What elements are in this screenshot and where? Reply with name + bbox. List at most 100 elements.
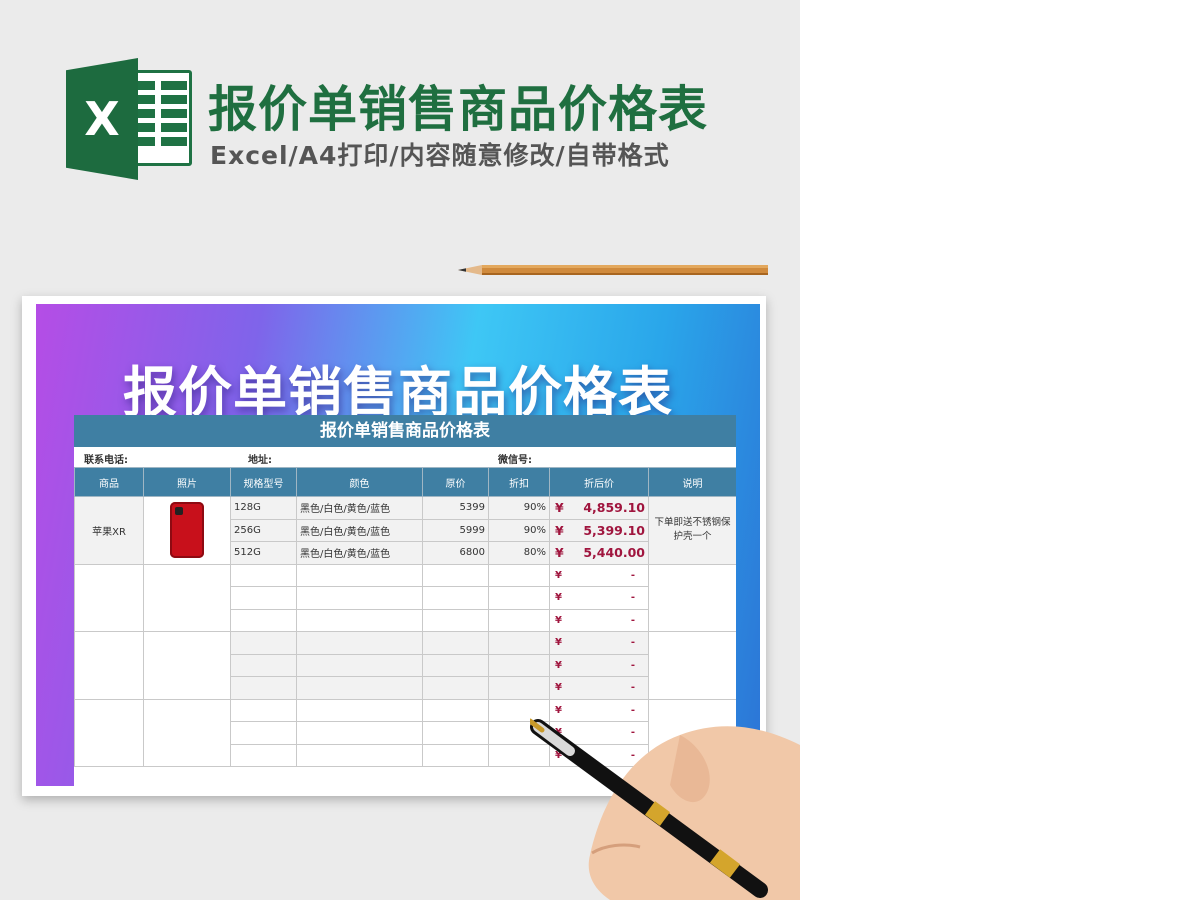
final-price-cell[interactable]: ¥-: [549, 653, 649, 677]
note-cell[interactable]: 下单即送不锈钢保护壳一个: [648, 496, 736, 565]
final-price-value: -: [630, 569, 635, 581]
product-name-cell[interactable]: [74, 631, 144, 700]
col-header-spec: 规格型号: [230, 467, 297, 497]
color-cell[interactable]: [296, 698, 423, 722]
col-header-product: 商品: [74, 467, 144, 497]
table-header-row: 商品 照片 规格型号 颜色 原价 折扣 折后价 说明: [74, 467, 736, 497]
spec-cell[interactable]: 256G: [230, 518, 297, 542]
discount-cell[interactable]: 90%: [488, 496, 550, 520]
price-cell[interactable]: [422, 698, 489, 722]
spec-cell[interactable]: [230, 721, 297, 745]
discount-cell[interactable]: [488, 608, 550, 632]
price-cell[interactable]: [422, 563, 489, 587]
final-price-cell[interactable]: ¥5,399.10: [549, 518, 649, 542]
spec-cell[interactable]: [230, 743, 297, 767]
spec-cell[interactable]: [230, 563, 297, 587]
color-cell[interactable]: [296, 631, 423, 655]
sheet-title: 报价单销售商品价格表: [74, 415, 736, 447]
phone-label: 联系电话:: [84, 455, 128, 466]
spec-cell[interactable]: [230, 698, 297, 722]
spec-cell[interactable]: [230, 586, 297, 610]
note-cell[interactable]: [648, 563, 736, 632]
yen-symbol: ¥: [555, 500, 564, 516]
discount-cell[interactable]: [488, 563, 550, 587]
address-label: 地址:: [248, 455, 272, 466]
final-price-cell[interactable]: ¥4,859.10: [549, 496, 649, 520]
discount-cell[interactable]: [488, 653, 550, 677]
product-name-cell[interactable]: [74, 698, 144, 767]
yen-symbol: ¥: [555, 592, 562, 604]
product-photo-cell[interactable]: [143, 698, 231, 767]
yen-symbol: ¥: [555, 682, 562, 694]
price-cell[interactable]: [422, 721, 489, 745]
price-cell[interactable]: [422, 676, 489, 700]
color-cell[interactable]: [296, 743, 423, 767]
final-price-value: -: [630, 682, 635, 694]
color-cell[interactable]: [296, 586, 423, 610]
price-cell[interactable]: [422, 608, 489, 632]
price-cell[interactable]: [422, 631, 489, 655]
color-cell[interactable]: [296, 653, 423, 677]
discount-cell[interactable]: 90%: [488, 518, 550, 542]
product-photo-cell[interactable]: [143, 631, 231, 700]
final-price-cell[interactable]: ¥5,440.00: [549, 541, 649, 565]
color-cell[interactable]: [296, 676, 423, 700]
discount-cell[interactable]: [488, 676, 550, 700]
price-cell[interactable]: 5399: [422, 496, 489, 520]
excel-logo-icon: X: [66, 58, 194, 180]
spec-cell[interactable]: [230, 676, 297, 700]
excel-x-letter: X: [84, 92, 120, 146]
spec-cell[interactable]: [230, 608, 297, 632]
price-cell[interactable]: 6800: [422, 541, 489, 565]
pencil-icon: [458, 265, 768, 275]
col-header-color: 颜色: [296, 467, 423, 497]
col-header-note: 说明: [648, 467, 736, 497]
spec-cell[interactable]: [230, 653, 297, 677]
price-cell[interactable]: [422, 586, 489, 610]
yen-symbol: ¥: [555, 522, 564, 538]
col-header-discount: 折扣: [488, 467, 550, 497]
yen-symbol: ¥: [555, 637, 562, 649]
final-price-cell[interactable]: ¥-: [549, 586, 649, 610]
product-name-cell[interactable]: 苹果XR: [74, 496, 144, 565]
table-row: ¥-: [74, 631, 736, 700]
page-title: 报价单销售商品价格表: [208, 81, 709, 138]
color-cell[interactable]: 黑色/白色/黄色/蓝色: [296, 518, 423, 542]
final-price-cell[interactable]: ¥-: [549, 631, 649, 655]
discount-cell[interactable]: 80%: [488, 541, 550, 565]
col-header-price: 原价: [422, 467, 489, 497]
price-cell[interactable]: 5999: [422, 518, 489, 542]
col-header-photo: 照片: [143, 467, 231, 497]
final-price-cell[interactable]: ¥-: [549, 608, 649, 632]
discount-cell[interactable]: [488, 631, 550, 655]
red-iphone-image: [170, 502, 204, 559]
spec-cell[interactable]: [230, 631, 297, 655]
final-price-value: 5,399.10: [583, 522, 645, 538]
color-cell[interactable]: [296, 721, 423, 745]
table-row: 苹果XR 128G 黑色/白色/黄色/蓝色 5399 90% ¥4,859.10…: [74, 496, 736, 565]
spec-cell[interactable]: 512G: [230, 541, 297, 565]
price-cell[interactable]: [422, 743, 489, 767]
yen-symbol: ¥: [555, 659, 562, 671]
product-photo-cell[interactable]: [143, 496, 231, 565]
discount-cell[interactable]: [488, 586, 550, 610]
final-price-cell[interactable]: ¥-: [549, 676, 649, 700]
final-price-value: -: [630, 659, 635, 671]
product-photo-cell[interactable]: [143, 563, 231, 632]
product-name-cell[interactable]: [74, 563, 144, 632]
color-cell[interactable]: 黑色/白色/黄色/蓝色: [296, 496, 423, 520]
color-cell[interactable]: 黑色/白色/黄色/蓝色: [296, 541, 423, 565]
hand-with-pen-image: [530, 718, 800, 900]
note-cell[interactable]: [648, 631, 736, 700]
color-cell[interactable]: [296, 608, 423, 632]
wechat-label: 微信号:: [498, 455, 532, 466]
final-price-cell[interactable]: ¥-: [549, 563, 649, 587]
yen-symbol: ¥: [555, 614, 562, 626]
final-price-value: -: [630, 592, 635, 604]
spec-cell[interactable]: 128G: [230, 496, 297, 520]
color-cell[interactable]: [296, 563, 423, 587]
contact-info-row: 联系电话: 地址: 微信号:: [74, 447, 736, 467]
col-header-final-price: 折后价: [549, 467, 649, 497]
price-cell[interactable]: [422, 653, 489, 677]
yen-symbol: ¥: [555, 545, 564, 561]
